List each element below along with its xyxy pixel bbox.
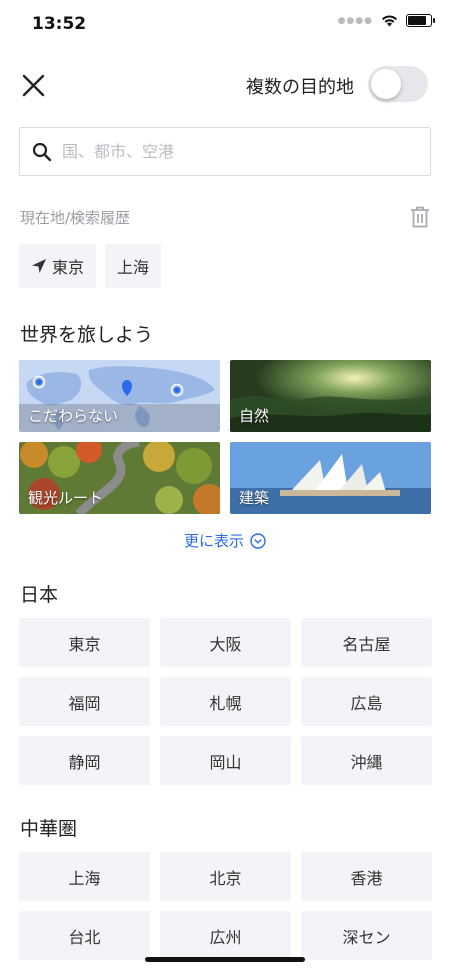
close-icon [22,74,45,97]
city-button[interactable]: 香港 [301,852,432,901]
explore-card-anywhere[interactable]: こだわらない [19,360,220,432]
status-bar: 13:52 ●●●● [0,0,450,50]
signal-icon: ●●●● [337,15,373,26]
search-icon [32,142,52,161]
city-button[interactable]: 大阪 [160,618,291,667]
explore-card-nature[interactable]: 自然 [230,360,431,432]
city-button[interactable]: 北京 [160,852,291,901]
multi-destination-toggle[interactable] [368,66,428,102]
chevron-down-circle-icon [250,532,266,549]
explore-card-label: こだわらない [28,407,119,425]
recent-list: 東京 上海 [19,244,162,288]
explore-card-sightseeing[interactable]: 観光ルート [19,442,220,514]
status-time: 13:52 [32,14,87,34]
city-button[interactable]: 深セン [301,911,432,960]
status-icons: ●●●● [337,14,435,27]
trash-icon [411,206,429,228]
recent-item[interactable]: 上海 [105,244,162,288]
city-button[interactable]: 岡山 [160,736,291,785]
show-more-button[interactable]: 更に表示 [0,530,450,551]
clear-history-button[interactable] [410,206,430,232]
city-button[interactable]: 名古屋 [301,618,432,667]
city-button[interactable]: 東京 [19,618,150,667]
explore-card-label: 観光ルート [28,489,104,507]
city-button[interactable]: 台北 [19,911,150,960]
explore-heading: 世界を旅しよう [20,324,154,346]
city-button[interactable]: 広州 [160,911,291,960]
greater-china-city-grid: 上海 北京 香港 台北 広州 深セン [19,852,432,960]
recent-section-title: 現在地/検索履歴 [20,209,131,227]
city-button[interactable]: 広島 [301,677,432,726]
explore-card-label: 建築 [239,489,270,507]
city-button[interactable]: 上海 [19,852,150,901]
explore-card-architecture[interactable]: 建築 [230,442,431,514]
city-button[interactable]: 静岡 [19,736,150,785]
recent-item-label: 東京 [52,258,85,277]
location-arrow-icon [32,259,46,273]
city-button[interactable]: 福岡 [19,677,150,726]
greater-china-heading: 中華圏 [20,818,78,840]
explore-grid: こだわらない 自然 観光ルート 建築 [19,360,431,514]
close-button[interactable] [18,70,50,102]
search-input[interactable] [62,142,402,161]
recent-item-current-location[interactable]: 東京 [19,244,97,288]
battery-icon [406,14,435,27]
recent-item-label: 上海 [117,258,150,277]
explore-card-label: 自然 [239,407,270,425]
search-box[interactable] [19,127,431,176]
home-indicator [145,957,305,962]
show-more-label: 更に表示 [183,532,244,550]
japan-city-grid: 東京 大阪 名古屋 福岡 札幌 広島 静岡 岡山 沖縄 [19,618,432,785]
japan-heading: 日本 [20,584,59,606]
toggle-knob [371,69,401,99]
multi-destination-label: 複数の目的地 [246,77,354,98]
city-button[interactable]: 札幌 [160,677,291,726]
city-button[interactable]: 沖縄 [301,736,432,785]
wifi-icon [382,15,397,27]
